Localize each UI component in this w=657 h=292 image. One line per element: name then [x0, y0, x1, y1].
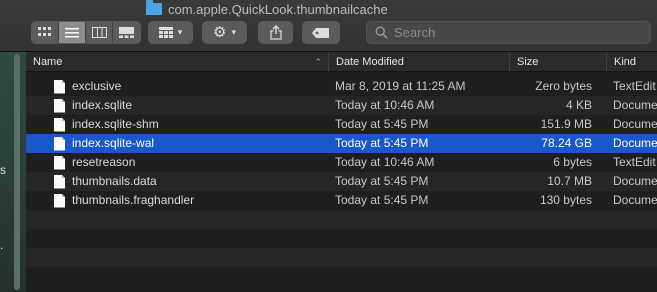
file-size: 4 KB [565, 98, 592, 112]
file-name-cell: thumbnails.fraghandler [54, 191, 324, 210]
file-size: 130 bytes [539, 193, 592, 207]
document-icon [54, 174, 65, 189]
list-view-button[interactable] [59, 22, 86, 43]
column-header-size[interactable]: Size [509, 52, 606, 72]
empty-row [26, 248, 657, 267]
action-menu-button[interactable]: ⚙ ▾ [202, 21, 247, 44]
search-icon [375, 26, 388, 39]
file-date: Today at 5:45 PM [335, 193, 429, 207]
document-icon [54, 79, 65, 94]
document-icon [54, 136, 65, 151]
gallery-view-button[interactable] [113, 22, 140, 43]
view-mode-control [31, 21, 141, 44]
sidebar-scrollbar[interactable] [14, 54, 20, 290]
tag-icon [312, 27, 329, 38]
file-kind: Document [613, 98, 657, 112]
share-icon [269, 25, 282, 40]
document-icon [54, 155, 65, 170]
file-size: Zero bytes [535, 79, 592, 93]
file-name: thumbnails.fraghandler [72, 193, 195, 207]
share-button[interactable] [258, 21, 293, 44]
file-row[interactable]: index.sqlite Today at 10:46 AM 4 KB Documen… [26, 96, 657, 115]
file-name-cell: exclusive [54, 77, 324, 96]
file-kind: Document [613, 174, 657, 188]
sidebar-edge: s . [0, 52, 26, 292]
file-kind: Document [613, 193, 657, 207]
file-size: 10.7 MB [547, 174, 592, 188]
file-name: index.sqlite-shm [72, 117, 159, 131]
file-row[interactable]: thumbnails.fraghandler Today at 5:45 PM 13… [26, 191, 657, 210]
icon-view-button[interactable] [32, 22, 59, 43]
file-row[interactable]: index.sqlite-shm Today at 5:45 PM 151.9 MB… [26, 115, 657, 134]
file-kind: Document [613, 136, 657, 150]
document-icon [54, 193, 65, 208]
file-name-cell: index.sqlite-shm [54, 115, 324, 134]
column-header-size-label: Size [517, 56, 539, 68]
search-input[interactable] [394, 25, 634, 40]
list-view-icon [65, 27, 79, 37]
empty-row [26, 229, 657, 248]
folder-icon [146, 0, 162, 15]
file-date: Today at 5:45 PM [335, 174, 429, 188]
column-header-date-label: Date Modified [336, 56, 404, 68]
file-row[interactable]: exclusive Mar 8, 2019 at 11:25 AM Zero byt… [26, 77, 657, 96]
file-size: 151.9 MB [540, 117, 592, 131]
empty-row [26, 267, 657, 286]
chevron-down-icon: ▾ [177, 27, 183, 37]
sidebar-text-fragment: . [0, 238, 4, 252]
column-header-name-label: Name [33, 56, 63, 68]
search-field[interactable] [366, 21, 651, 44]
empty-row [26, 210, 657, 229]
file-name: resetreason [72, 155, 136, 169]
file-size: 6 bytes [553, 155, 592, 169]
file-date: Mar 8, 2019 at 11:25 AM [335, 79, 466, 93]
file-name: index.sqlite-wal [72, 136, 155, 150]
file-name: exclusive [72, 79, 122, 93]
file-date: Today at 10:46 AM [335, 155, 435, 169]
chevron-down-icon: ▾ [231, 27, 236, 37]
file-row[interactable]: index.sqlite-wal Today at 5:45 PM 78.24 GB… [26, 134, 657, 153]
file-list: Name ⌃ Date Modified Size Kind exclusive… [26, 52, 657, 292]
sort-arrow-icon: ⌃ [314, 57, 322, 67]
grid-icon [158, 27, 173, 38]
finder-window: com.apple.QuickLook.thumbnailcache ▾ ⚙ ▾… [0, 0, 657, 292]
file-name: thumbnails.data [72, 174, 157, 188]
window-title-text: com.apple.QuickLook.thumbnailcache [168, 1, 388, 17]
document-icon [54, 98, 65, 113]
column-header-kind-label: Kind [614, 56, 637, 68]
file-size: 78.24 GB [541, 136, 592, 150]
file-name-cell: index.sqlite [54, 96, 324, 115]
file-date: Today at 10:46 AM [335, 98, 435, 112]
file-date: Today at 5:45 PM [335, 136, 429, 150]
gear-icon: ⚙ [213, 24, 227, 41]
file-name-cell: thumbnails.data [54, 172, 324, 191]
file-kind: TextEdit [613, 79, 656, 93]
file-row[interactable]: resetreason Today at 10:46 AM 6 bytes TextE… [26, 153, 657, 172]
file-kind: Document [613, 117, 657, 131]
column-header-date[interactable]: Date Modified [328, 52, 509, 72]
group-by-button[interactable]: ▾ [148, 21, 193, 44]
icon-view-icon [38, 27, 51, 36]
column-header-name[interactable]: Name ⌃ [26, 52, 328, 72]
tags-button[interactable] [302, 21, 340, 44]
file-kind: TextEdit [613, 155, 656, 169]
file-name-cell: resetreason [54, 153, 324, 172]
file-row[interactable]: thumbnails.data Today at 5:45 PM 10.7 MB Do… [26, 172, 657, 191]
toolbar: com.apple.QuickLook.thumbnailcache ▾ ⚙ ▾… [0, 0, 657, 52]
sidebar-text-fragment: s [0, 163, 6, 177]
column-view-button[interactable] [86, 22, 113, 43]
gallery-view-icon [119, 27, 134, 38]
file-date: Today at 5:45 PM [335, 117, 429, 131]
column-view-icon [91, 27, 107, 38]
document-icon [54, 117, 65, 132]
file-name-cell: index.sqlite-wal [54, 134, 324, 153]
column-header-kind[interactable]: Kind [606, 52, 657, 72]
window-title: com.apple.QuickLook.thumbnailcache [146, 0, 388, 17]
file-name: index.sqlite [72, 98, 133, 112]
column-header-row: Name ⌃ Date Modified Size Kind [26, 52, 657, 72]
